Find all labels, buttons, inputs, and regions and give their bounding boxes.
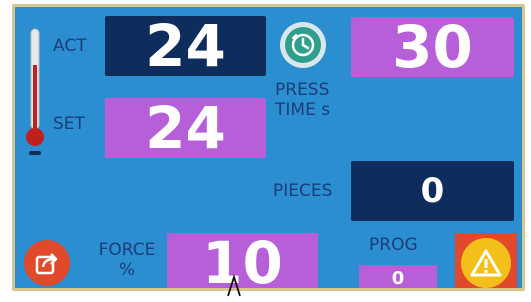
force-label: FORCE %: [91, 240, 163, 280]
set-value[interactable]: 24: [105, 94, 266, 162]
act-value: 24: [105, 12, 266, 80]
set-label: SET: [53, 114, 85, 134]
warning-circle: [461, 238, 511, 288]
prog-label: PROG: [369, 235, 418, 255]
force-label-line2: %: [118, 259, 136, 280]
export-icon: [35, 253, 58, 275]
press-time-label-line2: TIME s: [275, 99, 331, 120]
export-button[interactable]: [24, 240, 70, 286]
pieces-value: 0: [351, 161, 514, 221]
clock-icon: [285, 27, 321, 63]
press-time-button[interactable]: [280, 22, 326, 68]
mouse-pointer-icon: [224, 274, 244, 298]
press-time-label: PRESS TIME s: [275, 80, 331, 120]
pieces-label: PIECES: [273, 181, 333, 201]
press-time-label-line1: PRESS: [275, 80, 330, 100]
warning-icon: [470, 249, 502, 277]
force-label-line1: FORCE: [98, 240, 156, 260]
act-label: ACT: [53, 36, 87, 56]
warning-button[interactable]: [455, 233, 517, 288]
prog-value[interactable]: 0: [359, 265, 437, 288]
thermometer-icon: [24, 27, 46, 159]
press-time-value[interactable]: 30: [351, 13, 514, 81]
hmi-panel: ACT 24 SET 24 PRESS TIME s 30 PIECES 0 F…: [12, 4, 525, 291]
